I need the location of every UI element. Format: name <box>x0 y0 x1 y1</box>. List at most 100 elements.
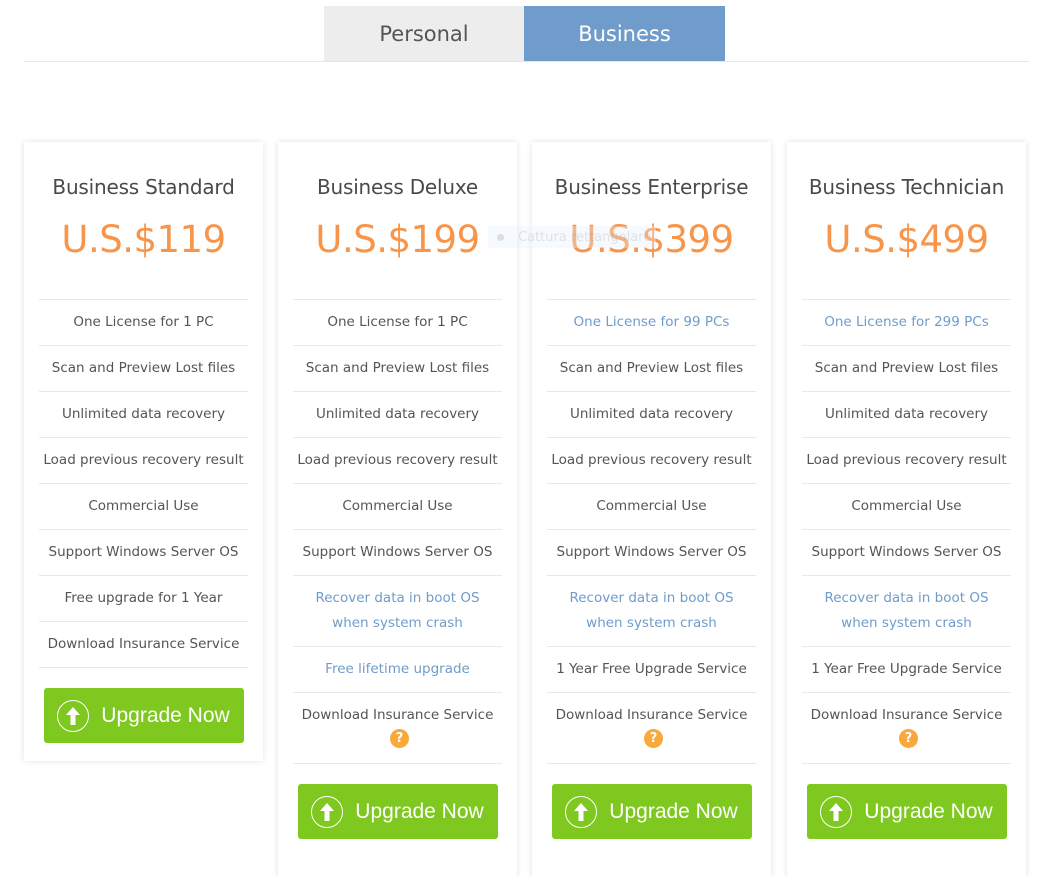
feature-text: Recover data in boot OS when system cras… <box>315 590 480 631</box>
feature-item: Unlimited data recovery <box>802 392 1011 438</box>
plan-title: Business Deluxe <box>316 175 478 199</box>
feature-item: Support Windows Server OS <box>802 530 1011 576</box>
feature-list: One License for 99 PCs Scan and Preview L… <box>547 299 756 764</box>
feature-text: Support Windows Server OS <box>302 544 493 560</box>
feature-item: Commercial Use <box>293 484 502 530</box>
feature-text: Scan and Preview Lost files <box>305 360 490 376</box>
help-question-icon[interactable]: ? <box>390 729 409 748</box>
feature-text: Download Insurance Service <box>47 636 240 652</box>
plan-type-tabs: Personal Business <box>324 6 725 61</box>
feature-item: Unlimited data recovery <box>547 392 756 438</box>
help-question-icon[interactable]: ? <box>899 729 918 748</box>
feature-item: Commercial Use <box>802 484 1011 530</box>
feature-text: One License for 1 PC <box>327 314 468 330</box>
feature-text: Load previous recovery result <box>297 452 498 468</box>
feature-text: Unlimited data recovery <box>61 406 226 422</box>
upgrade-now-button[interactable]: Upgrade Now <box>551 784 752 839</box>
upgrade-now-label: Upgrade Now <box>355 799 484 823</box>
pricing-card: Business Enterprise U.S.$399 One License f… <box>532 142 771 876</box>
feature-list: One License for 299 PCs Scan and Preview … <box>802 299 1011 764</box>
feature-item: Load previous recovery result <box>547 438 756 484</box>
feature-text: Commercial Use <box>851 498 962 514</box>
feature-item: Load previous recovery result <box>293 438 502 484</box>
card-footer-space <box>547 839 756 876</box>
plan-price: U.S.$499 <box>824 218 989 261</box>
feature-item: Support Windows Server OS <box>39 530 248 576</box>
feature-text: Download Insurance Service <box>555 707 748 723</box>
feature-text: Free upgrade for 1 Year <box>64 590 223 606</box>
feature-item: Unlimited data recovery <box>39 392 248 438</box>
tabs-divider <box>24 61 1029 62</box>
feature-item: One License for 99 PCs <box>547 300 756 346</box>
feature-text: Commercial Use <box>342 498 453 514</box>
feature-text: Load previous recovery result <box>806 452 1007 468</box>
feature-item: Recover data in boot OS when system cras… <box>547 576 756 647</box>
feature-item: One License for 1 PC <box>39 300 248 346</box>
feature-text: Commercial Use <box>88 498 199 514</box>
upgrade-now-button[interactable]: Upgrade Now <box>806 784 1007 839</box>
feature-item: One License for 299 PCs <box>802 300 1011 346</box>
feature-text: Commercial Use <box>596 498 707 514</box>
feature-text: Support Windows Server OS <box>48 544 239 560</box>
feature-text: Unlimited data recovery <box>569 406 734 422</box>
feature-item: Support Windows Server OS <box>293 530 502 576</box>
feature-text: Support Windows Server OS <box>811 544 1002 560</box>
feature-item: Recover data in boot OS when system cras… <box>293 576 502 647</box>
plan-price: U.S.$399 <box>569 218 734 261</box>
upgrade-now-label: Upgrade Now <box>609 799 738 823</box>
feature-text: One License for 99 PCs <box>573 314 730 330</box>
feature-text: Recover data in boot OS when system cras… <box>824 590 989 631</box>
card-footer-space <box>293 839 502 876</box>
feature-text: Unlimited data recovery <box>824 406 989 422</box>
feature-item: Unlimited data recovery <box>293 392 502 438</box>
tab-personal[interactable]: Personal <box>324 6 524 61</box>
feature-item: Commercial Use <box>39 484 248 530</box>
plan-title: Business Technician <box>808 175 1005 199</box>
feature-text: Scan and Preview Lost files <box>51 360 236 376</box>
feature-list: One License for 1 PC Scan and Preview Los… <box>39 299 248 668</box>
feature-item: Scan and Preview Lost files <box>802 346 1011 392</box>
feature-item: Download Insurance Service? <box>547 693 756 764</box>
feature-text: Recover data in boot OS when system cras… <box>569 590 734 631</box>
feature-text: Unlimited data recovery <box>315 406 480 422</box>
feature-item: Download Insurance Service? <box>802 693 1011 764</box>
feature-item: Recover data in boot OS when system cras… <box>802 576 1011 647</box>
arrow-up-circle-icon <box>820 795 853 828</box>
upgrade-now-label: Upgrade Now <box>101 703 230 727</box>
feature-text: 1 Year Free Upgrade Service <box>556 661 747 677</box>
feature-text: Scan and Preview Lost files <box>814 360 999 376</box>
feature-item: Scan and Preview Lost files <box>547 346 756 392</box>
feature-text: Load previous recovery result <box>551 452 752 468</box>
feature-text: Support Windows Server OS <box>556 544 747 560</box>
feature-item: Load previous recovery result <box>39 438 248 484</box>
plan-price: U.S.$199 <box>315 218 480 261</box>
pricing-card: Business Deluxe U.S.$199 One License for 1… <box>278 142 517 876</box>
feature-text: One License for 1 PC <box>73 314 214 330</box>
feature-text: 1 Year Free Upgrade Service <box>811 661 1002 677</box>
tab-business[interactable]: Business <box>524 6 725 61</box>
pricing-card: Business Technician U.S.$499 One License f… <box>787 142 1026 876</box>
card-footer-space <box>802 839 1011 876</box>
feature-item: Free lifetime upgrade <box>293 647 502 693</box>
pricing-card: Business Standard U.S.$119 One License for… <box>24 142 263 761</box>
feature-text: Load previous recovery result <box>43 452 244 468</box>
upgrade-now-label: Upgrade Now <box>864 799 993 823</box>
plan-price: U.S.$119 <box>61 218 226 261</box>
feature-text: One License for 299 PCs <box>824 314 989 330</box>
feature-list: One License for 1 PC Scan and Preview Los… <box>293 299 502 764</box>
plan-title: Business Enterprise <box>554 175 749 199</box>
help-question-icon[interactable]: ? <box>644 729 663 748</box>
card-footer-space <box>39 743 248 761</box>
feature-item: Commercial Use <box>547 484 756 530</box>
feature-item: Download Insurance Service <box>39 622 248 668</box>
feature-text: Scan and Preview Lost files <box>559 360 744 376</box>
feature-item: Download Insurance Service? <box>293 693 502 764</box>
feature-text: Download Insurance Service <box>810 707 1003 723</box>
upgrade-now-button[interactable]: Upgrade Now <box>43 688 244 743</box>
feature-item: Load previous recovery result <box>802 438 1011 484</box>
feature-item: One License for 1 PC <box>293 300 502 346</box>
feature-item: Scan and Preview Lost files <box>293 346 502 392</box>
feature-item: 1 Year Free Upgrade Service <box>547 647 756 693</box>
upgrade-now-button[interactable]: Upgrade Now <box>297 784 498 839</box>
arrow-up-circle-icon <box>311 795 344 828</box>
